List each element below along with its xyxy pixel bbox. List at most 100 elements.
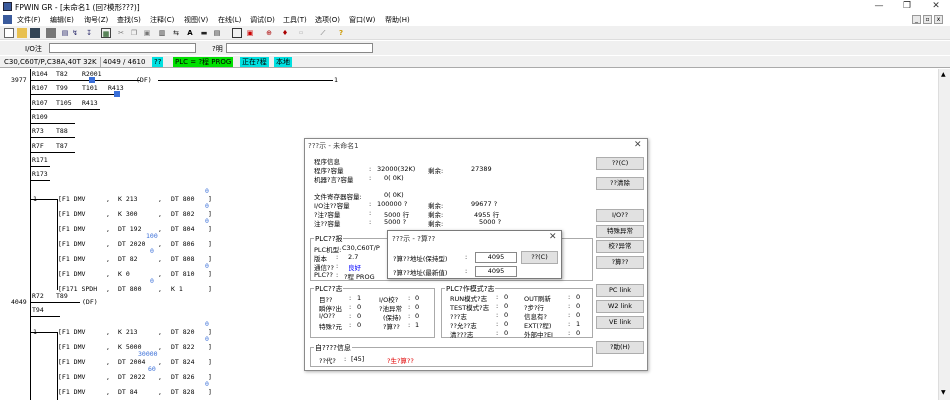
menu-help[interactable]: 帮助(H)	[385, 15, 410, 25]
grid-icon[interactable]: ▥	[157, 28, 167, 38]
rung-line	[30, 302, 80, 303]
operand: DT 804	[171, 225, 195, 233]
contact-label: T99	[56, 84, 68, 92]
latest-address-label: ?算??地址(最新值)	[393, 269, 448, 277]
insert-icon[interactable]: ⇆	[171, 28, 181, 38]
operand: DT 822	[171, 343, 195, 351]
w2-link-button[interactable]: W2 link	[596, 300, 644, 313]
contact-label: T105	[56, 99, 72, 107]
io-comment-field[interactable]	[49, 43, 196, 53]
rung-line	[30, 123, 75, 124]
vertical-scrollbar[interactable]: ▲ ▼	[938, 69, 950, 400]
clear-error-button[interactable]: ??(C)	[596, 157, 644, 170]
new-icon[interactable]	[4, 28, 14, 38]
menu-debug[interactable]: 调试(D)	[250, 15, 275, 25]
rung-line	[30, 166, 50, 167]
operand: DT 192	[118, 225, 142, 233]
monitor-icon[interactable]: ▤	[60, 28, 70, 38]
instruction: [F1 DMV	[58, 240, 86, 248]
save-icon[interactable]	[30, 28, 40, 38]
minimize-button[interactable]: —	[867, 0, 891, 14]
menu-options[interactable]: 选项(O)	[315, 15, 340, 25]
rung-line	[30, 80, 140, 81]
rung-line	[30, 316, 60, 317]
operand: DT 806	[171, 240, 195, 248]
text-icon[interactable]: A	[185, 28, 195, 38]
pc-link-button[interactable]: PC link	[596, 284, 644, 297]
instruction: [F1 DMV	[58, 195, 86, 203]
document-icon[interactable]	[3, 15, 12, 24]
rung-line	[30, 180, 50, 181]
line-icon[interactable]: ▬	[199, 28, 209, 38]
instruction: [F1 DMV	[58, 255, 86, 263]
menu-comment[interactable]: 注释(C)	[150, 15, 174, 25]
online-icon[interactable]: ▣	[245, 28, 255, 38]
close-icon[interactable]: ✕	[634, 140, 642, 150]
step-number: 3977	[11, 76, 27, 84]
scroll-up-icon[interactable]: ▲	[941, 71, 946, 78]
scroll-down-icon[interactable]: ▼	[941, 389, 946, 396]
maximize-button[interactable]: ❐	[895, 0, 919, 14]
menu-tools[interactable]: 工具(T)	[283, 15, 307, 25]
local-status: 本地	[274, 57, 292, 67]
close-icon[interactable]: ✕	[549, 232, 557, 242]
special-error-button[interactable]: 特殊异常	[596, 225, 644, 238]
io-error-button[interactable]: I/O??	[596, 209, 644, 222]
description-field[interactable]	[226, 43, 373, 53]
held-address-field: 4095	[475, 252, 517, 263]
plc-operation-mode-group: PLC?作模式?志 RUN模式?志:0 OUT刷新:0 TEST模式?志:0 ?步?…	[441, 284, 593, 339]
active-contact-icon	[89, 77, 95, 83]
menu-edit[interactable]: 编辑(E)	[50, 15, 74, 25]
instruction: [F1 DMV	[58, 343, 86, 351]
edit-icon[interactable]: ▭	[296, 28, 306, 38]
operand: K 1	[171, 285, 183, 293]
shield-icon[interactable]: ♦	[280, 28, 290, 38]
monitor-value: 0	[150, 277, 154, 285]
compile-icon[interactable]: ↧	[84, 28, 94, 38]
error-clear-button[interactable]: ??清除	[596, 177, 644, 190]
active-contact-icon	[114, 91, 120, 97]
verify-error-button[interactable]: 校?异常	[596, 240, 644, 253]
operation-error-button[interactable]: ?算??	[596, 256, 644, 269]
help-icon[interactable]: ?	[336, 28, 346, 38]
app-icon	[3, 2, 12, 11]
menu-online[interactable]: 在线(L)	[218, 15, 241, 25]
dialog-title: ???示 - ?算??	[392, 235, 436, 243]
menu-file[interactable]: 文件(F)	[17, 15, 41, 25]
monitor-value: 0	[205, 202, 209, 210]
operand: DT 2004	[118, 358, 146, 366]
operand: DT 82	[118, 255, 138, 263]
contact-label: T88	[56, 127, 68, 135]
operand: K 0	[118, 270, 130, 278]
close-button[interactable]: ✕	[924, 0, 948, 14]
cut-icon[interactable]: ✂	[116, 28, 126, 38]
operand: K 213	[118, 328, 138, 336]
rung-line	[30, 94, 115, 95]
menu-view[interactable]: 视图(V)	[184, 15, 208, 25]
paste-icon[interactable]: ▣	[142, 28, 152, 38]
mdi-restore-button[interactable]: ▫	[923, 15, 932, 24]
ve-link-button[interactable]: VE link	[596, 316, 644, 329]
copy-icon[interactable]: ❐	[129, 28, 139, 38]
ladder-icon[interactable]: ↯	[70, 28, 80, 38]
rung-line	[30, 137, 75, 138]
lock-icon[interactable]: ⊕	[264, 28, 274, 38]
contact-label: T89	[56, 292, 68, 300]
convert-icon[interactable]: ▦	[101, 28, 111, 38]
monitor-value: 0	[205, 217, 209, 225]
output-marker: 1	[33, 195, 37, 203]
menu-window[interactable]: 窗口(W)	[349, 15, 375, 25]
link-icon[interactable]: ⟋	[318, 28, 328, 38]
help-button[interactable]: ?助(H)	[596, 341, 644, 354]
mdi-close-button[interactable]: x	[934, 15, 943, 24]
mdi-minimize-button[interactable]: _	[912, 15, 921, 24]
menu-find[interactable]: 查找(S)	[117, 15, 141, 25]
print-icon[interactable]	[46, 28, 56, 38]
open-icon[interactable]	[17, 28, 27, 38]
close-button[interactable]: ??(C)	[521, 251, 558, 264]
rung-line	[30, 152, 75, 153]
window-icon[interactable]	[232, 28, 242, 38]
menu-search-no[interactable]: 询号(Z)	[84, 15, 108, 25]
instruction: [F1 DMV	[58, 373, 86, 381]
table-icon[interactable]: ▤	[212, 28, 222, 38]
